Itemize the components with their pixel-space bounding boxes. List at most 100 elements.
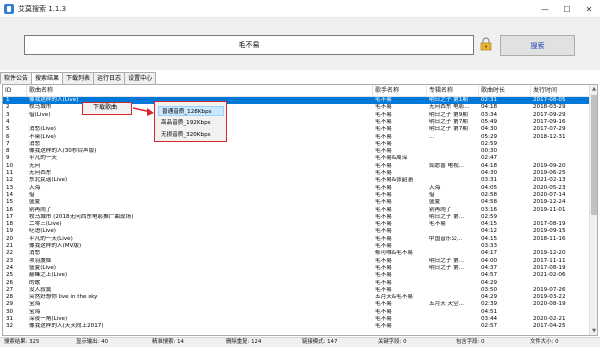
table-row[interactable]: 4 毛不易 明日之子 第7期 05:49 2017-09-16 (3, 119, 591, 126)
cell-release-date: 2020-07-14 (533, 191, 566, 198)
table-row[interactable]: 13 入海 毛不易 入海 04:05 2020-05-23 (3, 185, 591, 192)
cell-release-date: 2017-11-11 (533, 257, 566, 264)
quality-320-option[interactable]: 无损音质_320Kbps (158, 130, 224, 140)
cell-id: 19 (6, 228, 14, 235)
header-id[interactable]: ID (3, 85, 27, 97)
table-row[interactable]: 15 盛夏 毛不易 盛夏 04:58 2019-12-24 (3, 199, 591, 206)
window-title: 艾莫搜索 1.1.3 (18, 4, 67, 13)
tab-settings[interactable]: 设置中心 (124, 72, 157, 84)
cell-artist: 毛不易 (375, 235, 392, 242)
table-row[interactable]: 21 像我这样的人(MV版) 毛不易 03:33 (3, 243, 591, 250)
close-button[interactable]: ✕ (578, 0, 600, 18)
maximize-button[interactable]: ☐ (556, 0, 578, 18)
cell-release-date: 2017-09-29 (533, 111, 566, 118)
table-row[interactable]: 29 宝海 毛不易 五月天 天空... 02:39 2020-08-19 (3, 301, 591, 308)
table-row[interactable]: 28 突然好想你 live in the sky 五月天&毛不易 04:29 2019-… (3, 294, 591, 301)
header-duration[interactable]: 歌曲时长 (479, 85, 531, 97)
scroll-up-arrow-icon[interactable]: ▲ (590, 85, 597, 93)
cell-duration: 05:49 (481, 118, 498, 125)
table-row[interactable]: 5 消愁(Live) 毛不易 明日之子 第7期 04:30 2017-07-29 (3, 126, 591, 133)
scroll-thumb[interactable] (591, 95, 597, 215)
cell-artist: 毛不易 (375, 97, 392, 103)
cell-id: 17 (6, 213, 14, 220)
cell-id: 3 (6, 111, 10, 118)
cell-id: 26 (6, 279, 14, 286)
tab-download-list[interactable]: 下载列表 (62, 72, 95, 84)
table-row[interactable]: 22 消愁 郁可唯&毛不易 04:17 2019-12-20 (3, 250, 591, 257)
table-row[interactable]: 32 像我这样的人(天天向上2017) 毛不易 02:57 2017-04-25 (3, 323, 591, 330)
cell-artist: 毛不易 (375, 104, 392, 111)
cell-duration: 04:18 (481, 104, 498, 111)
search-input[interactable]: 毛不易 (24, 35, 474, 55)
table-row[interactable]: 18 二零三(Live) 毛不易 毛不易 04:15 2017-08-19 (3, 221, 591, 228)
table-row[interactable]: 8 像我这样的人(30秒铃声版) 毛不易 00:30 (3, 148, 591, 155)
header-artist[interactable]: 歌手名称 (373, 85, 427, 97)
cell-duration: 04:37 (481, 264, 498, 271)
status-display-output: 显示输出: 40 (76, 339, 108, 345)
header-song[interactable]: 歌曲名称 (27, 85, 373, 97)
tab-run-log[interactable]: 运行日志 (93, 72, 126, 84)
cell-duration: 04:58 (481, 199, 498, 206)
lock-icon[interactable] (480, 37, 492, 51)
cell-duration: 02:59 (481, 140, 498, 147)
table-row[interactable]: 31 深夜一角(Live) 毛不易 03:44 2020-02-21 (3, 316, 591, 323)
cell-release-date: 2020-02-21 (533, 316, 566, 322)
table-row[interactable]: 12 东北民谣(Live) 毛不易&张韶涵 03:31 2021-02-13 (3, 177, 591, 184)
cell-song: 深夜一角(Live) (29, 316, 68, 322)
table-row[interactable]: 20 平凡的一天(Live) 毛不易 中国音乐公... 04:15 2018-11-16 (3, 236, 591, 243)
scroll-down-arrow-icon[interactable]: ▼ (590, 327, 597, 335)
vertical-scrollbar[interactable]: ▲ ▼ (589, 85, 597, 335)
table-row[interactable]: 14 借 毛不易 借 02:58 2020-07-14 (3, 192, 591, 199)
cell-song: 像我这样的人(30秒铃声版) (29, 148, 97, 155)
cell-duration: 03:33 (481, 243, 498, 249)
search-area: 毛不易 搜索 (0, 18, 600, 70)
cell-album: 明日之子 第... (429, 213, 465, 220)
cell-album: 借 (429, 191, 435, 198)
table-row[interactable]: 16 别再闹了 毛不易 别再闹了 03:16 2019-11-01 (3, 207, 591, 214)
cell-album: 毛不易 (429, 221, 446, 228)
cell-id: 9 (6, 155, 10, 162)
minimize-button[interactable]: — (534, 0, 556, 18)
cell-id: 18 (6, 221, 14, 228)
header-album[interactable]: 专辑名称 (427, 85, 479, 97)
cell-id: 22 (6, 250, 14, 257)
table-row[interactable]: 30 宝海 毛不易 04:51 (3, 309, 591, 316)
table-row[interactable]: 11 无问西东 毛不易 04:30 2019-06-25 (3, 170, 591, 177)
table-row[interactable]: 24 盛夏(Live) 毛不易 明日之子 第... 04:37 2017-08-19 (3, 265, 591, 272)
cell-album: 明日之子 第7期 (429, 126, 468, 133)
cell-song: 东北民谣(Live) (29, 177, 68, 184)
cell-artist: 毛不易 (375, 308, 392, 315)
cell-artist: 郁可唯&毛不易 (375, 250, 413, 257)
table-row[interactable]: 27 没人寂寞 毛不易 03:50 2019-07-26 (3, 287, 591, 294)
table-row[interactable]: 6 不染(Live) 毛不易... 05:29 2018-12-31 (3, 134, 591, 141)
table-row[interactable]: 26 的歌 毛不易 04:29 (3, 280, 591, 287)
table-row[interactable]: 17 牧马城市 (2018无问西东电影推广曲现场) 毛不易 明日之子 第... 02:5… (3, 214, 591, 221)
cell-artist: 毛不易 (375, 133, 392, 140)
cell-release-date: 2019-12-24 (533, 199, 566, 206)
cell-artist: 毛不易&周深 (375, 155, 408, 162)
tab-announcement[interactable]: 软件公告 (0, 72, 33, 84)
cell-id: 15 (6, 199, 14, 206)
header-release-date[interactable]: 发行时间 (531, 85, 591, 97)
table-row[interactable]: 7 消愁 毛不易 02:59 (3, 141, 591, 148)
cell-release-date: 2019-03-22 (533, 294, 566, 301)
table-row[interactable]: 25 巅峰之上(Live) 毛不易 04:57 2021-02-06 (3, 272, 591, 279)
cell-artist: 毛不易 (375, 148, 392, 155)
cell-song: 无问 (29, 162, 41, 169)
cell-duration: 03:16 (481, 206, 498, 213)
cell-song: 宝海 (29, 308, 41, 315)
cell-artist: 毛不易 (375, 301, 392, 308)
table-row[interactable]: 23 项羽虞姬 毛不易 明日之子 第... 04:00 2017-11-11 (3, 258, 591, 265)
table-row[interactable]: 10 无问 毛不易 如愿香 电视... 04:18 2019-09-20 (3, 163, 591, 170)
table-row[interactable]: 19 呓语(Live) 毛不易 04:12 2019-09-15 (3, 228, 591, 235)
cell-duration: 02:58 (481, 191, 498, 198)
quality-128-option[interactable]: 普通音质_128Kbps (158, 106, 224, 116)
table-row[interactable]: 9 平凡的一天 毛不易&周深 02:47 (3, 155, 591, 162)
quality-submenu: 普通音质_128Kbps 高品音质_192Kbps 无损音质_320Kbps (154, 101, 227, 142)
context-menu-download[interactable]: 下载歌曲 (82, 102, 132, 115)
cell-duration: 03:31 (481, 177, 498, 184)
search-button[interactable]: 搜索 (500, 35, 575, 56)
cell-release-date: 2017-08-19 (533, 264, 566, 271)
quality-192-option[interactable]: 高品音质_192Kbps (158, 118, 224, 128)
cell-song: 消愁 (29, 250, 41, 257)
